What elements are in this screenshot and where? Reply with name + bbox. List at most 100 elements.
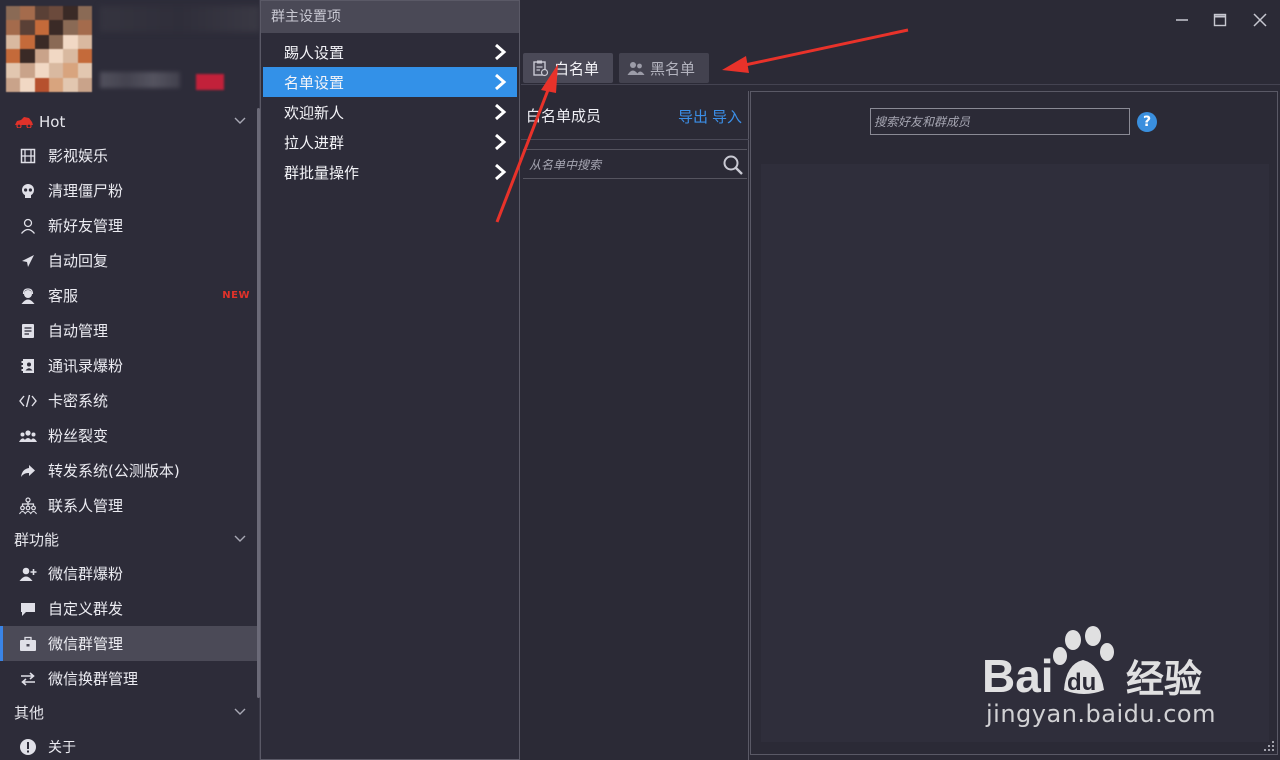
vip-badge-blurred [196,74,224,90]
users-icon [627,62,645,75]
minimize-icon[interactable] [1172,10,1192,30]
avatar-pixel [77,48,92,64]
sidebar-item-contacts-boost[interactable]: 通讯录爆粉 [0,348,258,383]
swap-icon [18,669,38,689]
avatar-pixel [48,77,64,92]
briefcase-icon [18,634,38,654]
avatar-pixel [6,48,21,64]
resize-grip-icon[interactable] [1263,740,1275,752]
friend-search-input[interactable] [874,113,1124,131]
menu-item-welcome-new[interactable]: 欢迎新人 [263,97,517,127]
export-link[interactable]: 导出 [678,108,708,126]
avatar-pixel [77,34,92,49]
list-tabs: 白名单 黑名单 [521,49,1280,85]
avatar-pixel [20,6,35,21]
brand-bai: Bai [982,650,1054,702]
section-other[interactable]: 其他 [0,696,258,729]
avatar-pixel [48,34,64,49]
sidebar-item-new-friend[interactable]: 新好友管理 [0,208,258,243]
sidebar-item-group-boost[interactable]: 微信群爆粉 [0,556,258,591]
blurred-region [100,6,260,32]
whitelist-members-title: 白名单成员 [526,107,602,125]
sidebar-item-fan-fission[interactable]: 粉丝裂变 [0,418,258,453]
avatar-pixel [48,6,64,21]
avatar-pixel [77,6,92,21]
avatar-pixel [63,34,78,49]
avatar-pixel [6,77,21,92]
avatar-pixel [77,77,92,92]
sidebar-item-film[interactable]: 影视娱乐 [0,138,258,173]
tab-label: 白名单 [554,59,600,78]
menu-item-kick-settings[interactable]: 踢人设置 [263,37,517,67]
list-actions: 导出 导入 [674,106,742,127]
avatar-pixel [34,34,49,49]
close-icon[interactable] [1250,10,1270,30]
help-button[interactable]: ? [1137,112,1157,132]
section-label: 群功能 [14,531,60,549]
list-search-box [523,149,747,179]
avatar[interactable] [6,6,92,92]
avatar-pixel [48,20,64,35]
sidebar-item-card-system[interactable]: 卡密系统 [0,383,258,418]
user-outline-icon [18,216,38,236]
section-label: 其他 [14,704,45,722]
sidebar-nav: Hot 影视娱乐 清理僵尸粉 新好友管理 自动回复 客服 NEW 自动管理 通讯… [0,105,258,760]
chevron-down-icon[interactable] [234,533,246,545]
list-search-input[interactable] [529,156,714,174]
whitelist-panel: 白名单成员 导出 导入 [521,91,749,760]
org-chart-icon [18,496,38,516]
sidebar-item-label: 自动管理 [48,322,109,340]
sidebar-item-contact-manage[interactable]: 联系人管理 [0,488,258,523]
avatar-pixel [6,63,21,78]
sidebar-item-custom-broadcast[interactable]: 自定义群发 [0,591,258,626]
avatar-pixel [34,20,49,35]
user-plus-icon [18,564,38,584]
menu-item-label: 拉人进群 [284,133,345,152]
chevron-down-icon[interactable] [234,115,246,127]
menu-item-list-settings[interactable]: 名单设置 [263,67,517,97]
popup-title: 群主设置项 [261,1,519,33]
skull-icon [18,181,38,201]
avatar-pixel [34,48,49,64]
sidebar-item-about[interactable]: 关于 [0,729,258,760]
search-icon[interactable] [722,154,744,176]
chevron-down-icon[interactable] [234,706,246,718]
avatar-pixel [48,48,64,64]
import-link[interactable]: 导入 [712,108,742,126]
hot-car-icon [15,116,33,128]
sidebar-item-service[interactable]: 客服 NEW [0,278,258,313]
sidebar-item-clean-zombie[interactable]: 清理僵尸粉 [0,173,258,208]
sidebar-item-swap-group[interactable]: 微信换群管理 [0,661,258,696]
tab-label: 黑名单 [650,59,696,78]
avatar-pixel [6,20,21,35]
chat-bubble-icon [18,599,38,619]
menu-item-invite-to-group[interactable]: 拉人进群 [263,127,517,157]
tab-whitelist[interactable]: 白名单 [523,53,613,83]
sidebar-item-label: 微信群管理 [48,635,124,653]
profile-header [0,0,260,105]
section-label: Hot [39,112,66,131]
sidebar-item-label: 清理僵尸粉 [48,182,124,200]
sidebar-item-label: 微信群爆粉 [48,565,124,583]
maximize-icon[interactable] [1210,10,1230,30]
avatar-pixel [63,48,78,64]
sidebar-item-group-manage[interactable]: 微信群管理 [0,626,258,661]
sidebar-item-label: 关于 [48,739,76,756]
sidebar: Hot 影视娱乐 清理僵尸粉 新好友管理 自动回复 客服 NEW 自动管理 通讯… [0,0,260,760]
menu-item-group-batch[interactable]: 群批量操作 [263,157,517,187]
sidebar-item-label: 新好友管理 [48,217,124,235]
tab-blacklist[interactable]: 黑名单 [619,53,709,83]
sidebar-item-auto-manage[interactable]: 自动管理 [0,313,258,348]
avatar-pixel [63,63,78,78]
sidebar-item-forward-system[interactable]: 转发系统(公测版本) [0,453,258,488]
avatar-pixel [63,6,78,21]
avatar-pixel [63,77,78,92]
section-group[interactable]: 群功能 [0,523,258,556]
clipboard-icon [533,60,549,77]
sidebar-item-auto-reply[interactable]: 自动回复 [0,243,258,278]
section-hot[interactable]: Hot [0,105,258,138]
contacts-book-icon [18,356,38,376]
menu-item-label: 欢迎新人 [284,103,345,122]
chevron-right-icon [495,163,507,181]
avatar-pixel [20,34,35,49]
